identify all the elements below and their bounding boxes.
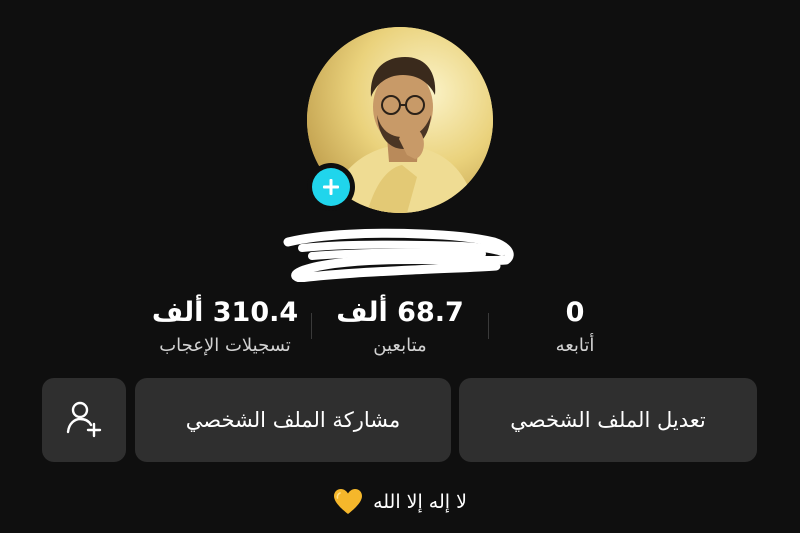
yellow-heart-icon xyxy=(333,488,363,516)
bio-text: لا إله إلا الله xyxy=(373,491,467,513)
share-profile-button[interactable]: مشاركة الملف الشخصي xyxy=(135,378,451,462)
add-friend-button[interactable] xyxy=(42,378,126,462)
plus-icon xyxy=(312,168,350,206)
following-label: أتابعه xyxy=(555,335,595,356)
share-profile-label: مشاركة الملف الشخصي xyxy=(185,408,401,432)
followers-label: متابعين xyxy=(373,335,427,356)
likes-count: 310.4 ألف xyxy=(151,297,299,328)
stat-following[interactable]: 0 أتابعه xyxy=(500,296,650,358)
stat-followers[interactable]: 68.7 ألف متابعين xyxy=(310,296,490,358)
person-add-icon xyxy=(64,398,104,443)
bio: لا إله إلا الله xyxy=(250,485,550,519)
stat-likes[interactable]: 310.4 ألف تسجيلات الإعجاب xyxy=(130,296,320,358)
stats-divider xyxy=(488,313,489,339)
following-count: 0 xyxy=(565,297,585,328)
add-story-button[interactable] xyxy=(307,163,355,211)
likes-label: تسجيلات الإعجاب xyxy=(159,335,291,356)
edit-profile-button[interactable]: تعديل الملف الشخصي xyxy=(459,378,757,462)
edit-profile-label: تعديل الملف الشخصي xyxy=(510,408,706,432)
avatar-container xyxy=(307,27,493,213)
username-redacted xyxy=(282,226,518,283)
followers-count: 68.7 ألف xyxy=(336,297,464,328)
